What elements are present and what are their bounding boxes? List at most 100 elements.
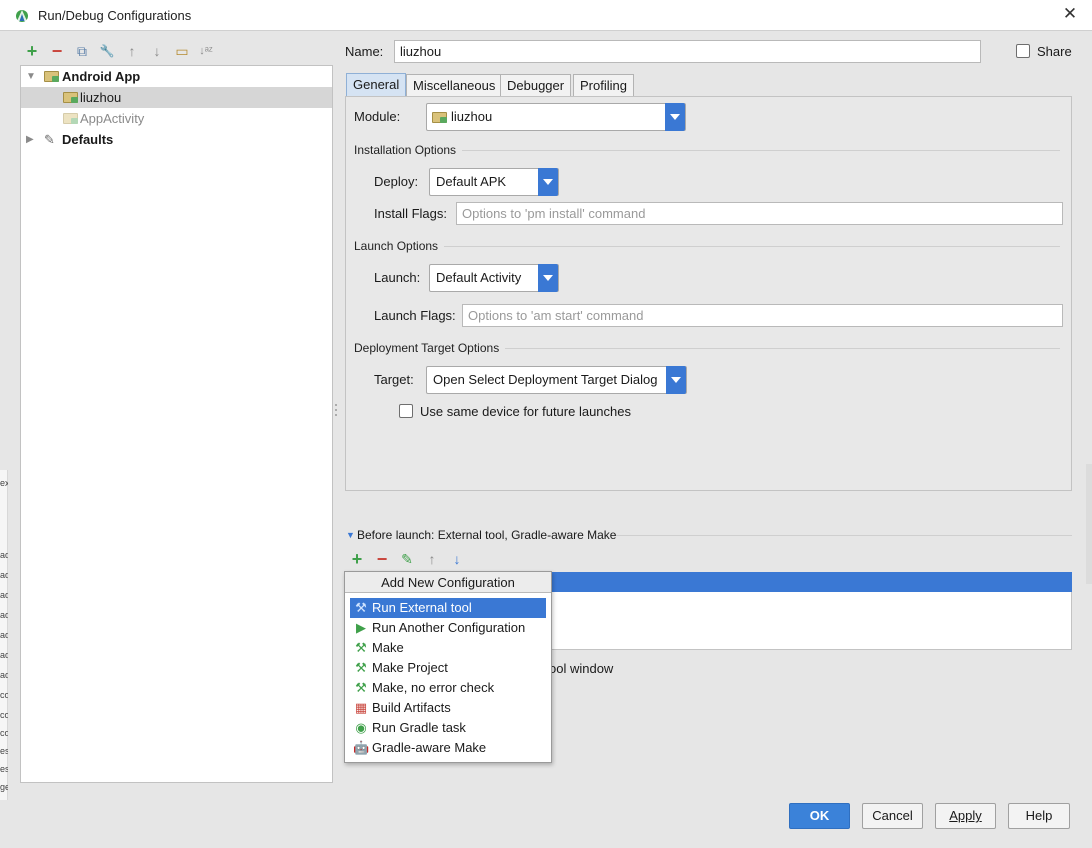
android-studio-icon — [16, 10, 28, 22]
share-checkbox[interactable] — [1016, 44, 1030, 58]
remove-icon[interactable]: − — [48, 42, 66, 60]
chevron-down-icon[interactable] — [538, 168, 558, 196]
launch-label: Launch: — [374, 270, 421, 285]
wrench-icon[interactable]: 🔧 — [98, 42, 116, 60]
menu-item-gradle-aware-make[interactable]: 🤖 Gradle-aware Make — [350, 738, 546, 758]
before-launch-remove-icon[interactable]: − — [373, 550, 391, 568]
bg-fragment: ge — [0, 782, 8, 792]
launch-flags-field[interactable]: Options to 'am start' command — [462, 304, 1063, 327]
tree-item-liuzhou[interactable]: liuzhou — [21, 87, 332, 108]
hammer-icon: ⚒ — [355, 640, 367, 655]
tree-item-appactivity[interactable]: AppActivity — [21, 108, 332, 129]
copy-icon[interactable]: ⧉ — [73, 42, 91, 60]
hammer-icon: ⚒ — [355, 660, 367, 675]
target-label: Target: — [374, 372, 414, 387]
before-launch-up-icon[interactable]: ↑ — [423, 550, 441, 568]
module-select-value: liuzhou — [451, 109, 493, 124]
tab-profiling[interactable]: Profiling — [573, 74, 634, 98]
background-editor-strip: ex ad ad ad ad ad ad ad co co co es es g… — [0, 470, 8, 800]
module-folder-icon — [432, 112, 447, 123]
run-icon: ▶ — [356, 620, 366, 635]
same-device-checkbox[interactable] — [399, 404, 413, 418]
launch-select[interactable]: Default Activity — [429, 264, 559, 292]
folder-icon[interactable]: ▭ — [173, 42, 191, 60]
gradle-icon: ◉ — [355, 720, 367, 735]
cancel-button[interactable]: Cancel — [862, 803, 923, 829]
popup-header: Add New Configuration — [345, 572, 551, 593]
menu-item-build-artifacts[interactable]: ▦ Build Artifacts — [350, 698, 546, 718]
menu-item-run-external-tool[interactable]: ⚒ Run External tool — [350, 598, 546, 618]
bg-fragment: ex — [0, 478, 8, 488]
tool-window-label-fragment: ool window — [549, 661, 614, 676]
add-icon[interactable]: + — [23, 42, 41, 60]
menu-item-make-project[interactable]: ⚒ Make Project — [350, 658, 546, 678]
bg-fragment: ad — [0, 570, 8, 580]
bg-fragment: es — [0, 746, 8, 756]
chevron-down-icon[interactable] — [665, 103, 685, 131]
chevron-down-icon[interactable] — [538, 264, 558, 292]
menu-item-label: Run Gradle task — [372, 720, 466, 735]
installation-options-title: Installation Options — [354, 143, 457, 157]
tab-debugger[interactable]: Debugger — [500, 74, 572, 98]
menu-item-label: Make Project — [372, 660, 448, 675]
name-field[interactable]: liuzhou — [394, 40, 981, 63]
collapse-arrow-icon[interactable]: ▶ — [26, 129, 34, 150]
android-icon: 🤖 — [353, 740, 370, 755]
hammer-icon: ⚒ — [355, 680, 367, 695]
bg-fragment: co — [0, 690, 8, 700]
menu-item-make[interactable]: ⚒ Make — [350, 638, 546, 658]
title-bar: Run/Debug Configurations ✕ — [0, 0, 1092, 31]
bg-fragment: es — [0, 764, 8, 774]
target-select[interactable]: Open Select Deployment Target Dialog — [426, 366, 687, 394]
module-label: Module: — [354, 109, 401, 124]
bg-fragment: ad — [0, 650, 8, 660]
before-launch-add-icon[interactable]: + — [348, 550, 366, 568]
external-tool-icon: ⚒ — [355, 600, 367, 615]
launch-select-value: Default Activity — [436, 270, 522, 285]
help-button[interactable]: Help — [1008, 803, 1070, 829]
background-right-strip — [1086, 464, 1092, 584]
tab-general[interactable]: General — [346, 73, 407, 97]
configuration-tree[interactable]: ▼ Android App liuzhou AppActivity ▶ ✎ De… — [20, 65, 333, 783]
splitter-handle[interactable] — [334, 400, 338, 420]
sort-icon[interactable]: ↓ᵃᶻ — [197, 42, 215, 60]
close-icon[interactable]: ✕ — [1060, 4, 1080, 24]
tab-miscellaneous[interactable]: Miscellaneous — [406, 74, 503, 98]
menu-item-label: Build Artifacts — [372, 700, 451, 715]
module-select[interactable]: liuzhou — [426, 103, 686, 131]
window-title: Run/Debug Configurations — [38, 8, 192, 23]
move-down-icon[interactable]: ↓ — [148, 42, 166, 60]
install-flags-field[interactable]: Options to 'pm install' command — [456, 202, 1063, 225]
artifacts-icon: ▦ — [354, 700, 368, 715]
bg-fragment: co — [0, 728, 8, 738]
bg-fragment: ad — [0, 550, 8, 560]
pencil-icon[interactable]: ✎ — [398, 550, 416, 568]
chevron-down-icon[interactable] — [666, 366, 686, 394]
menu-item-label: Run External tool — [372, 600, 472, 615]
launch-flags-label: Launch Flags: — [374, 308, 456, 323]
install-flags-label: Install Flags: — [374, 206, 447, 221]
menu-item-label: Make, no error check — [372, 680, 495, 695]
tree-item-label: liuzhou — [80, 90, 122, 105]
menu-item-run-another-configuration[interactable]: ▶ Run Another Configuration — [350, 618, 546, 638]
expand-arrow-icon[interactable]: ▼ — [26, 66, 36, 87]
menu-item-make-no-error-check[interactable]: ⚒ Make, no error check — [350, 678, 546, 698]
bg-fragment: ad — [0, 590, 8, 600]
add-configuration-popup[interactable]: Add New Configuration ⚒ Run External too… — [344, 571, 552, 763]
tree-defaults-label: Defaults — [62, 132, 114, 147]
ok-button[interactable]: OK — [789, 803, 850, 829]
collapse-triangle-icon[interactable]: ▼ — [346, 530, 355, 540]
before-launch-title: Before launch: External tool, Gradle-awa… — [357, 528, 617, 542]
menu-item-run-gradle-task[interactable]: ◉ Run Gradle task — [350, 718, 546, 738]
move-up-icon[interactable]: ↑ — [123, 42, 141, 60]
apply-button[interactable]: Apply — [935, 803, 996, 829]
menu-item-label: Run Another Configuration — [372, 620, 526, 635]
android-folder-icon — [44, 71, 59, 82]
launch-options-title: Launch Options — [354, 239, 439, 253]
deploy-select[interactable]: Default APK — [429, 168, 559, 196]
deploy-label: Deploy: — [374, 174, 419, 189]
before-launch-down-icon[interactable]: ↓ — [448, 550, 466, 568]
tree-group-android-app[interactable]: ▼ Android App — [21, 66, 332, 87]
tree-group-defaults[interactable]: ▶ ✎ Defaults — [21, 129, 332, 150]
tree-group-label: Android App — [62, 69, 141, 84]
